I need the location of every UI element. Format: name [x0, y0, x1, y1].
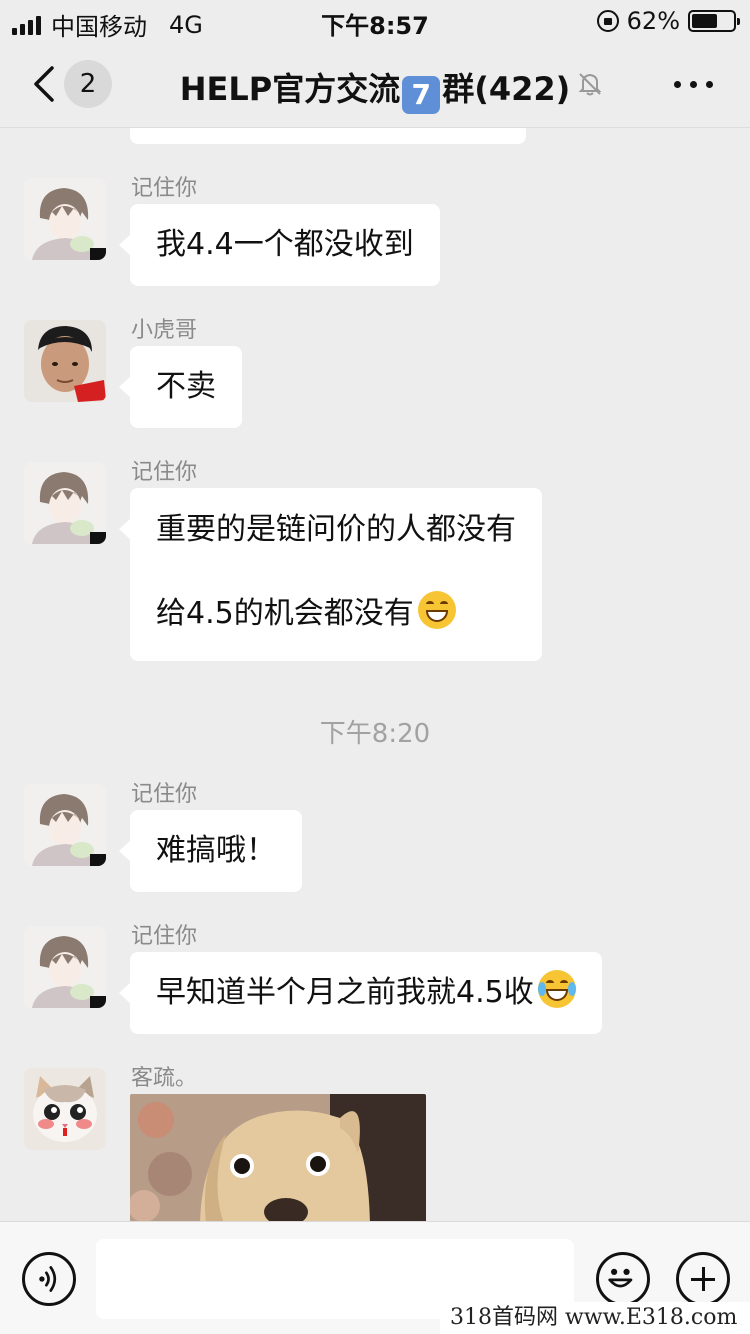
group-title[interactable]: HELP官方交流 7 群(422) [0, 64, 750, 114]
anime-avatar-icon [24, 178, 106, 260]
sender-name: 记住你 [131, 176, 198, 201]
bell-off-icon [578, 73, 602, 96]
previous-message-bubble [130, 128, 526, 144]
chat-header: 2 HELP官方交流 7 群(422) [0, 40, 750, 128]
avatar[interactable] [24, 784, 106, 866]
message-text-line-2: 给4.5的机会都没有 [156, 596, 414, 631]
avatar[interactable] [24, 1068, 106, 1150]
message-image[interactable] [130, 1094, 426, 1221]
sender-name: 客疏。 [131, 1066, 198, 1091]
group-title-prefix: HELP官方交流 [179, 70, 401, 108]
message-bubble[interactable]: 不卖 [119, 346, 242, 428]
message-text-line-2-row: 给4.5的机会都没有 [156, 572, 516, 656]
avatar[interactable] [24, 320, 106, 402]
emoji-icon [608, 1268, 633, 1288]
battery-icon [688, 10, 740, 32]
battery-fill [692, 14, 717, 28]
avatar[interactable] [24, 462, 106, 544]
grinning-emoji-icon [417, 591, 456, 629]
anime-avatar-icon [24, 462, 106, 544]
anime-avatar-icon [24, 926, 106, 1008]
message-bubble[interactable]: 早知道半个月之前我就4.5收 [119, 952, 602, 1034]
battery-percent: 62% [626, 7, 680, 35]
sender-name: 记住你 [131, 782, 198, 807]
sender-name: 小虎哥 [131, 318, 198, 343]
sender-name: 记住你 [131, 924, 198, 949]
dog-photo [130, 1094, 426, 1221]
emoji-button[interactable] [596, 1252, 650, 1306]
avatar[interactable] [24, 178, 106, 260]
group-title-suffix: 群(422) [442, 70, 571, 108]
more-options-button[interactable] [672, 70, 716, 98]
avatar[interactable] [24, 926, 106, 1008]
message-text: 早知道半个月之前我就4.5收 [156, 975, 534, 1010]
chat-timestamp: 下午8:20 [319, 719, 431, 749]
chat-area[interactable]: 记住你 我4.4一个都没收到 小虎哥 不卖 记住你 重要的是链问价的人都没有 给… [0, 128, 750, 1221]
rotation-lock-icon [596, 10, 619, 32]
message-bubble[interactable]: 难搞哦！ [119, 810, 302, 892]
status-bar: 中国移动 4G 下午8:57 62% [0, 0, 750, 41]
voice-button[interactable] [22, 1252, 76, 1306]
message-text-line-1: 重要的是链问价的人都没有 [156, 512, 516, 547]
cat-avatar-icon [24, 1068, 106, 1150]
message-text: 我4.4一个都没收到 [156, 227, 414, 262]
keycap-seven-icon: 7 [402, 76, 441, 114]
photo-avatar-icon [24, 320, 106, 402]
status-right: 62% [596, 7, 740, 35]
message-bubble[interactable]: 我4.4一个都没收到 [119, 204, 440, 286]
voice-icon [39, 1266, 57, 1292]
laughing-crying-emoji-icon [537, 970, 576, 1008]
plus-button[interactable] [676, 1252, 730, 1306]
message-text: 难搞哦！ [156, 833, 276, 868]
message-bubble[interactable]: 重要的是链问价的人都没有 给4.5的机会都没有 [119, 488, 542, 661]
message-text: 不卖 [156, 369, 216, 404]
anime-avatar-icon [24, 784, 106, 866]
watermark: 318首码网 www.E318.com [440, 1302, 750, 1334]
sender-name: 记住你 [131, 460, 198, 485]
